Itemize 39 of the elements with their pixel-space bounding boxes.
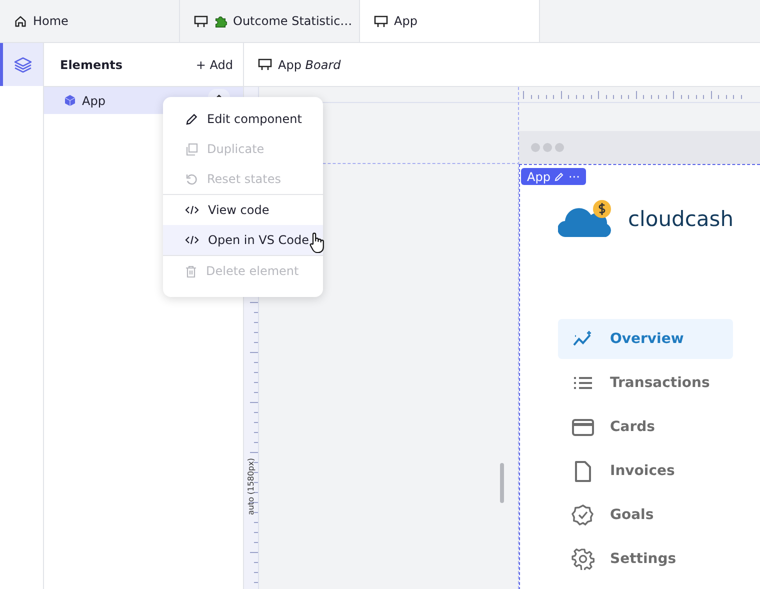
board-icon — [194, 14, 208, 28]
puzzle-icon — [214, 14, 227, 28]
frame-badge[interactable]: App ··· — [521, 168, 586, 185]
nav-item[interactable]: Transactions — [558, 363, 733, 403]
code-icon — [185, 235, 199, 245]
nav-item[interactable]: Invoices — [558, 451, 733, 491]
board-icon — [258, 58, 272, 71]
settings-icon — [570, 548, 596, 570]
cube-icon — [64, 94, 76, 107]
tab[interactable]: App — [360, 0, 540, 42]
pencil-icon — [185, 112, 198, 126]
nav-item[interactable]: Settings — [558, 539, 733, 579]
frame-name: App — [527, 170, 550, 184]
panel-title: Elements — [60, 58, 123, 72]
board-icon — [374, 14, 388, 28]
more-icon: ··· — [568, 170, 580, 184]
nav-item[interactable]: Cards — [558, 407, 733, 447]
nav-item[interactable]: Goals — [558, 495, 733, 535]
layers-button[interactable] — [0, 43, 43, 86]
logo-text: cloudcash — [628, 207, 734, 231]
scrollbar[interactable] — [500, 463, 504, 503]
undo-icon — [185, 172, 198, 186]
add-button[interactable]: + Add — [196, 58, 233, 72]
board-title: App Board — [278, 58, 341, 72]
element-label: App — [82, 94, 106, 108]
menu-item[interactable]: View code — [163, 195, 323, 225]
menu-item[interactable]: Open in VS Code — [163, 225, 323, 255]
code-icon — [185, 205, 199, 215]
nav-item[interactable]: Overview — [558, 319, 733, 359]
height-label: auto (1580px) — [246, 457, 256, 517]
card-icon — [570, 418, 596, 436]
hand-cursor-icon — [309, 232, 325, 254]
tab[interactable]: Home — [0, 0, 180, 42]
trash-icon — [185, 264, 197, 278]
copy-icon — [185, 142, 198, 156]
check-badge-icon — [570, 504, 596, 526]
layers-icon — [13, 56, 33, 74]
pencil-icon — [554, 172, 564, 182]
home-icon — [14, 14, 27, 28]
